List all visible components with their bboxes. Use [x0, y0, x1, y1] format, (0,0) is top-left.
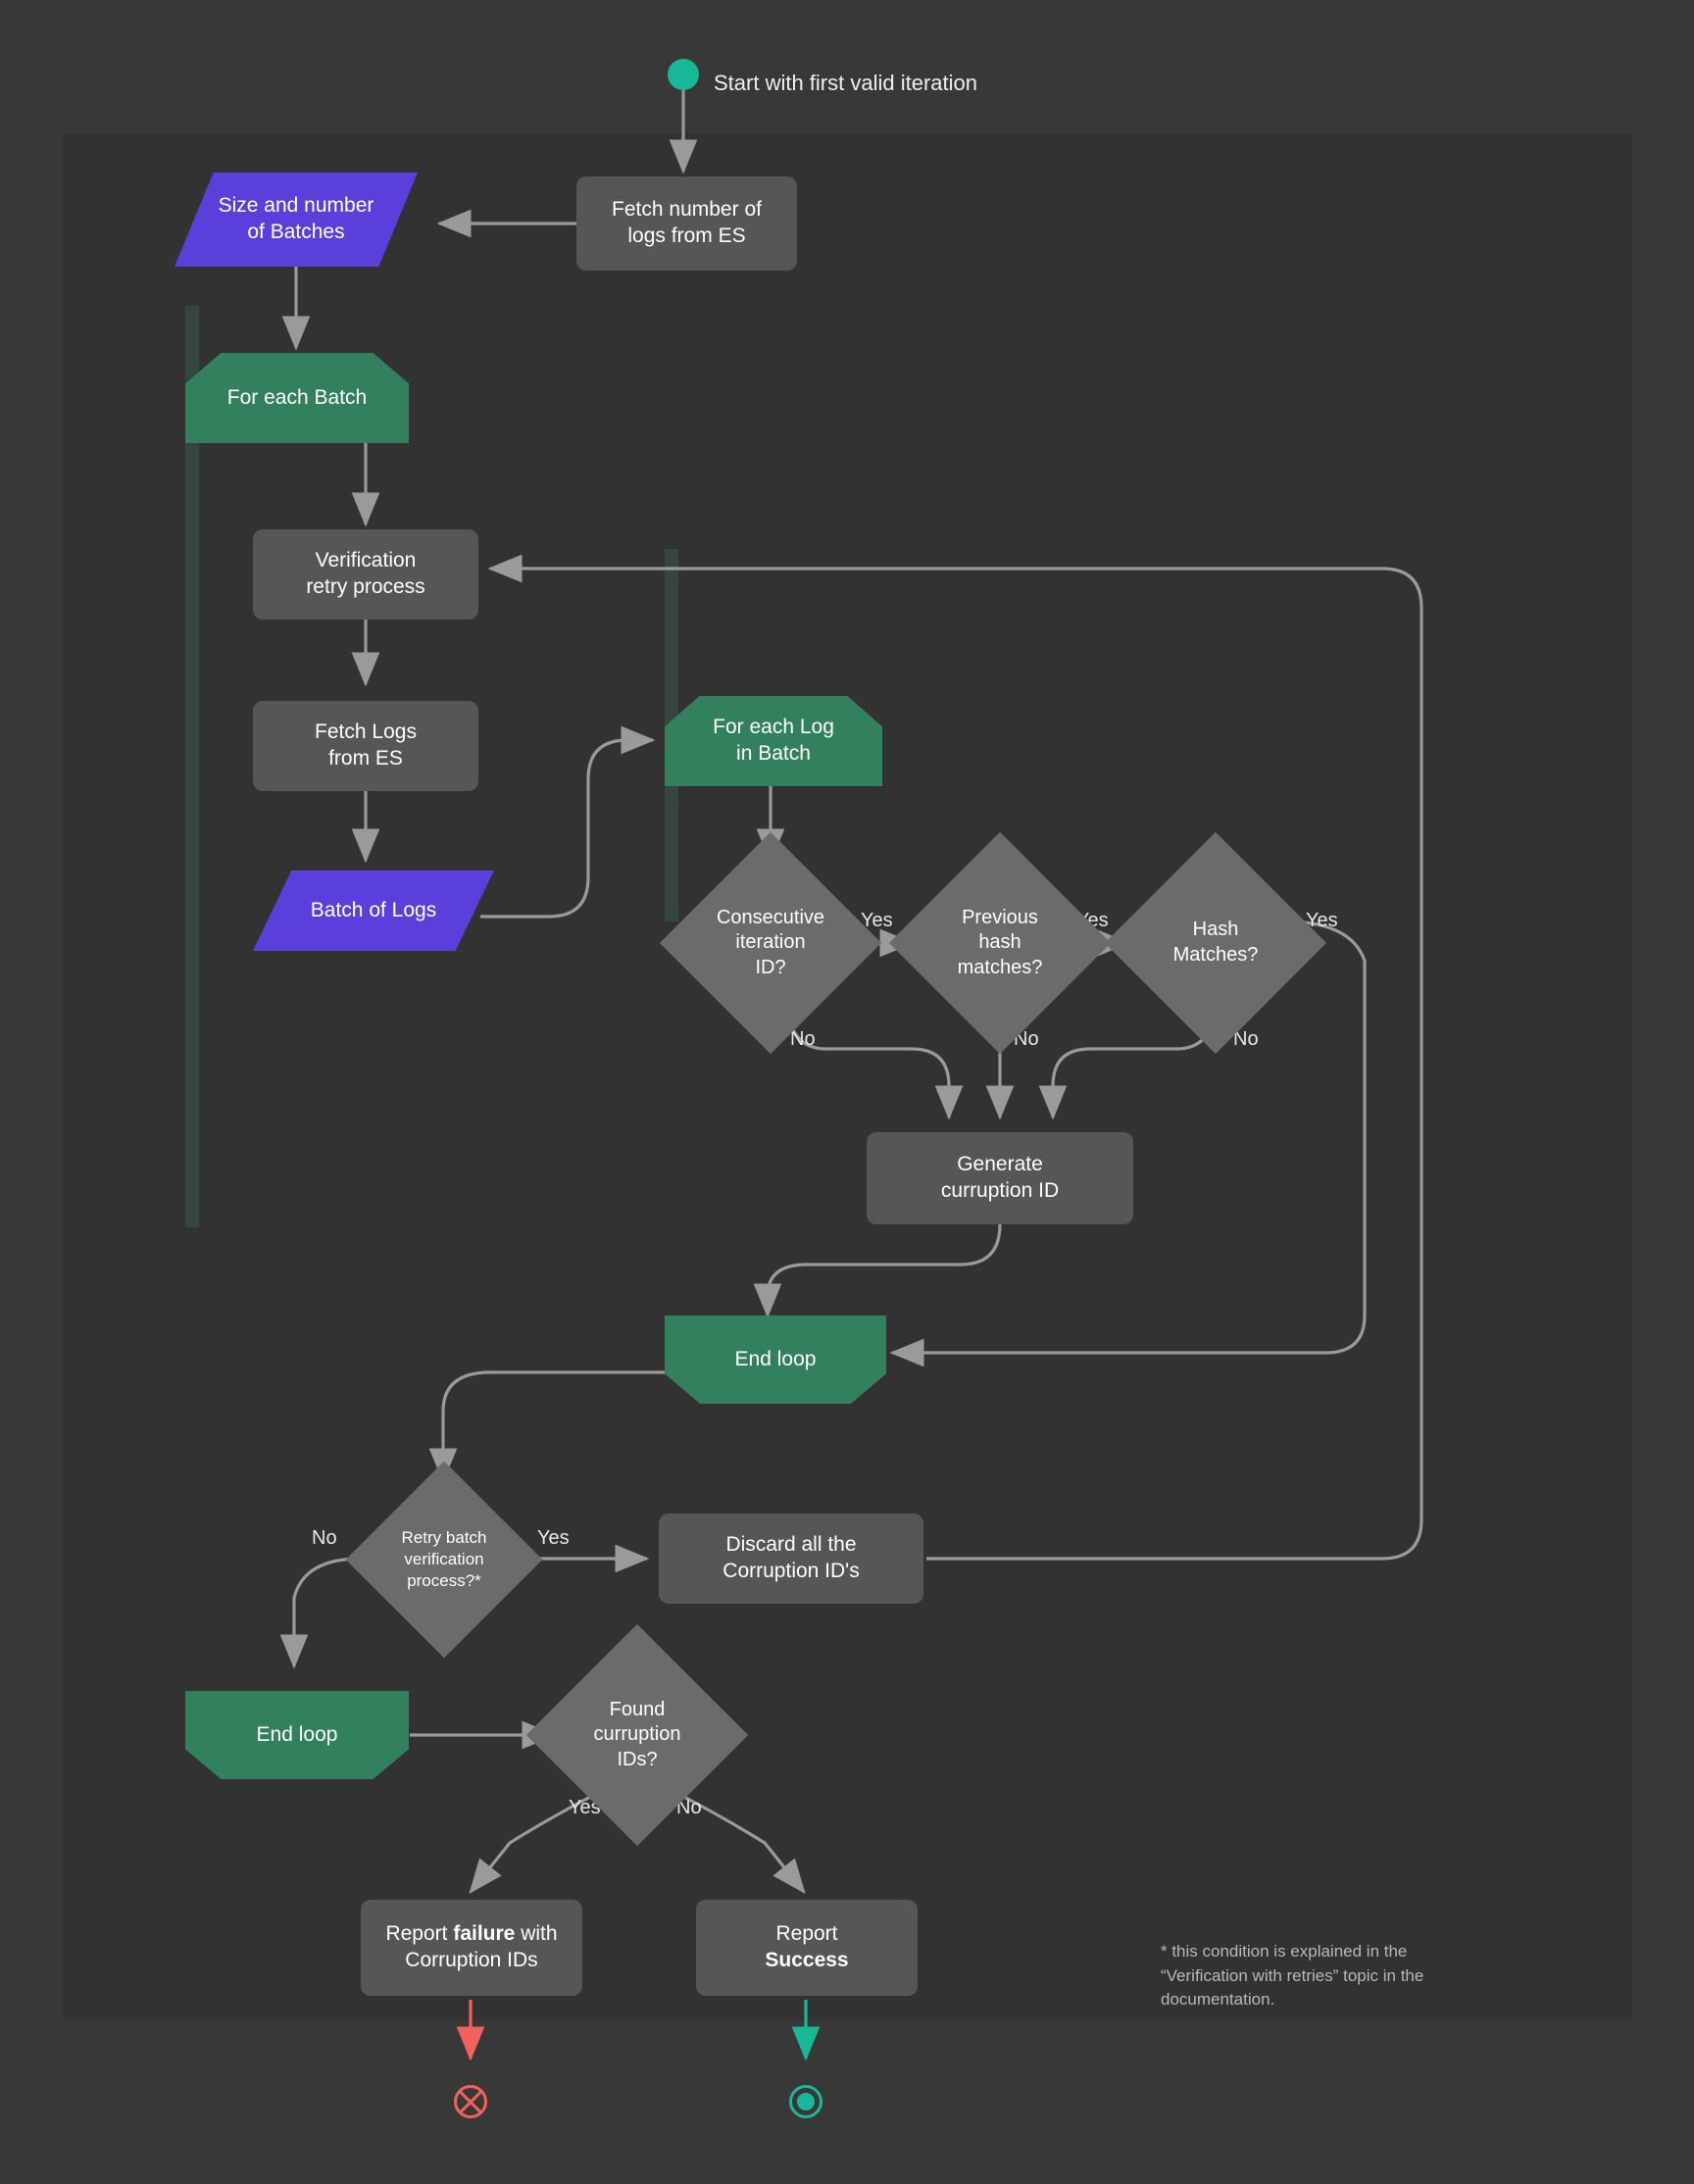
edge-label-yes-retry: Yes: [537, 1527, 570, 1550]
node-for-each-batch[interactable]: For each Batch: [185, 353, 409, 443]
node-hash-matches-decision[interactable]: Hash Matches?: [1137, 865, 1294, 1021]
connector-layer: [0, 0, 1694, 2184]
report-failure-emphasis: failure: [453, 1922, 515, 1945]
decision-label: Consecutive iteration ID?: [717, 906, 824, 981]
decision-label: Found curruption IDs?: [594, 1698, 681, 1773]
failure-terminal-icon: [454, 2085, 487, 2118]
decision-label: Previous hash matches?: [958, 906, 1043, 981]
report-success-emphasis: Success: [765, 1949, 848, 1971]
decision-label: Hash Matches?: [1173, 918, 1259, 968]
report-failure-line2: Corruption IDs: [405, 1949, 537, 1971]
footnote-text: * this condition is explained in the “Ve…: [1161, 1940, 1484, 2012]
node-found-corruption-ids-decision[interactable]: Found curruption IDs?: [559, 1657, 716, 1813]
success-terminal-icon: [789, 2085, 822, 2118]
edge-label-no-consecutive: No: [790, 1028, 816, 1051]
node-fetch-number-of-logs[interactable]: Fetch number of logs from ES: [576, 176, 797, 271]
node-size-and-number-of-batches[interactable]: Size and number of Batches: [174, 173, 418, 267]
node-batch-of-logs[interactable]: Batch of Logs: [253, 870, 494, 951]
node-consecutive-iteration-id-decision[interactable]: Consecutive iteration ID?: [692, 865, 849, 1021]
node-verification-retry-process[interactable]: Verification retry process: [253, 529, 478, 620]
node-generate-corruption-id[interactable]: Generate curruption ID: [867, 1132, 1133, 1224]
node-discard-corruption-ids[interactable]: Discard all the Corruption ID's: [659, 1514, 923, 1604]
node-end-loop-inner[interactable]: End loop: [665, 1315, 886, 1404]
node-previous-hash-matches-decision[interactable]: Previous hash matches?: [922, 865, 1078, 1021]
report-failure-text: Report failure with Corruption IDs: [385, 1921, 557, 1974]
decision-label: Retry batch verification process?*: [402, 1527, 487, 1591]
node-for-each-log-in-batch[interactable]: For each Log in Batch: [665, 696, 882, 786]
node-report-success[interactable]: Report Success: [696, 1900, 918, 1996]
node-fetch-logs-from-es[interactable]: Fetch Logs from ES: [253, 701, 478, 791]
report-success-text: Report Success: [765, 1921, 848, 1974]
edge-label-no-retry: No: [312, 1527, 337, 1550]
node-report-failure[interactable]: Report failure with Corruption IDs: [361, 1900, 582, 1996]
node-retry-batch-verification-decision[interactable]: Retry batch verification process?*: [374, 1490, 514, 1629]
flowchart-page: Start with first valid iteration Fetch n…: [0, 0, 1694, 2184]
start-dot-icon: [668, 59, 699, 90]
start-caption: Start with first valid iteration: [714, 71, 977, 96]
node-end-loop-outer[interactable]: End loop: [185, 1691, 409, 1779]
